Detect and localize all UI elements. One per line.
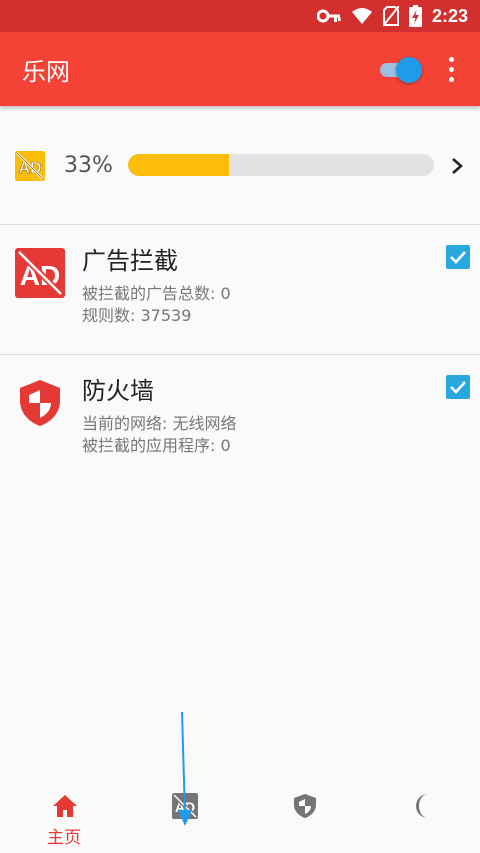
ad-block-checkbox[interactable] [446,245,470,269]
shield-icon [20,380,60,426]
current-network: 当前的网络: 无线网络 [82,414,237,433]
card-title: 防火墙 [82,377,154,405]
shield-icon [294,794,316,818]
firewall-card[interactable]: 防火墙 当前的网络: 无线网络 被拦截的应用程序: 0 [0,355,480,485]
no-sim-icon [382,6,399,26]
moon-icon [416,794,428,818]
blocked-apps-count: 被拦截的应用程序: 0 [82,436,231,455]
nav-home[interactable]: 主页 [4,783,124,853]
wifi-icon [351,8,372,24]
status-time: 2:23 [431,5,468,26]
app-title: 乐网 [22,58,70,86]
home-icon [53,795,77,817]
firewall-checkbox[interactable] [446,375,470,399]
progress-fill [128,154,229,176]
blocked-ads-count: 被拦截的广告总数: 0 [82,284,231,303]
more-vert-icon[interactable] [440,54,462,84]
nav-home-label: 主页 [47,828,81,848]
ad-block-card[interactable]: AD 广告拦截 被拦截的广告总数: 0 规则数: 37539 [0,225,480,355]
card-title: 广告拦截 [82,247,178,275]
ad-block-icon: AD [15,151,45,181]
nav-night-mode[interactable] [364,783,480,853]
ad-block-icon: AD [172,793,198,819]
nav-ad-block[interactable]: AD [124,783,244,853]
progress-bar [128,154,434,176]
update-progress-row[interactable]: AD 33% [0,106,480,224]
app-bar: 乐网 [0,32,480,106]
key-icon [316,9,341,23]
toggle-thumb [396,57,422,83]
nav-firewall[interactable] [244,783,364,853]
master-toggle[interactable] [378,56,422,83]
chevron-right-icon[interactable] [450,156,464,176]
rules-count: 规则数: 37539 [82,306,192,325]
status-icons: 2:23 [316,5,468,27]
progress-percent: 33% [64,153,113,178]
battery-charging-icon [408,5,422,27]
ad-block-icon: AD [15,248,65,298]
status-bar: 2:23 [0,0,480,32]
bottom-nav: 主页 AD [0,783,480,853]
